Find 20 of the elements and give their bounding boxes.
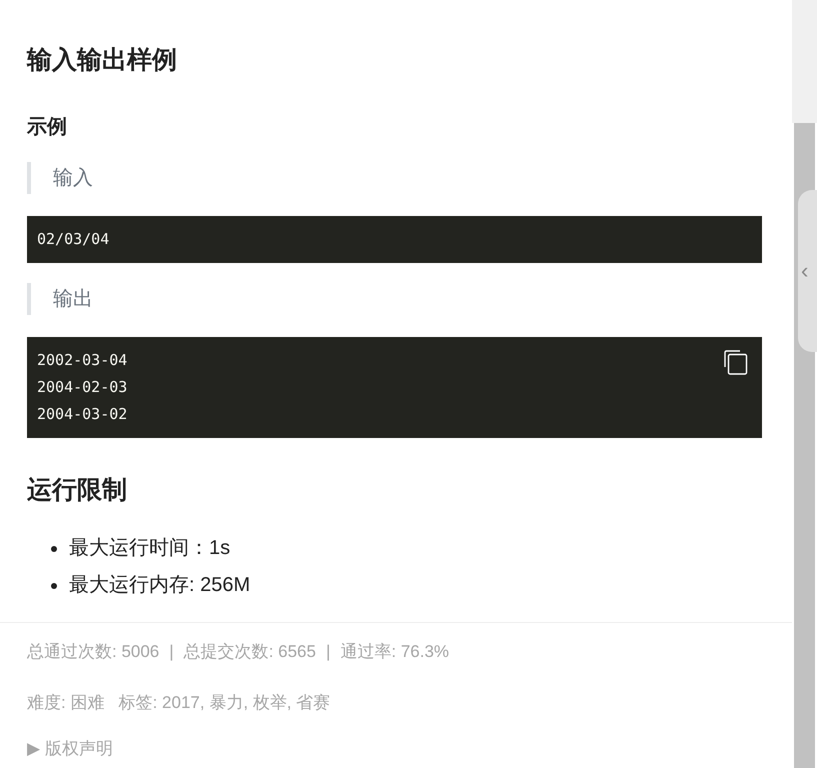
meta-text: 难度: 困难 标签: 2017, 暴力, 枚举, 省赛 bbox=[27, 692, 330, 714]
separator: | bbox=[169, 641, 174, 663]
code-line: 2002-03-04 bbox=[37, 350, 128, 371]
code-line: 2004-02-03 bbox=[37, 377, 128, 398]
collapsed-side-menu[interactable]: ‹ bbox=[798, 190, 817, 352]
stat-text: 总提交次数: 6565 bbox=[184, 641, 316, 663]
limits-heading: 运行限制 bbox=[27, 475, 128, 506]
code-line: 2004-03-02 bbox=[37, 404, 128, 425]
section-heading: 输入输出样例 bbox=[27, 45, 178, 76]
separator: | bbox=[326, 641, 330, 663]
stat-text: 通过率: 76.3% bbox=[340, 641, 450, 663]
sample-label: 输出 bbox=[27, 283, 93, 315]
copy-icon[interactable] bbox=[724, 350, 748, 375]
limit-item: 最大运行时间：1s bbox=[69, 536, 230, 561]
limit-item: 最大运行内存: 256M bbox=[69, 573, 250, 598]
copyright-toggle[interactable]: ▶ 版权声明 bbox=[27, 738, 113, 760]
stat-text: 总通过次数: 5006 bbox=[27, 641, 160, 663]
code-line: 02/03/04 bbox=[37, 229, 110, 250]
example-heading: 示例 bbox=[27, 115, 68, 140]
sample-label: 输入 bbox=[27, 162, 93, 194]
